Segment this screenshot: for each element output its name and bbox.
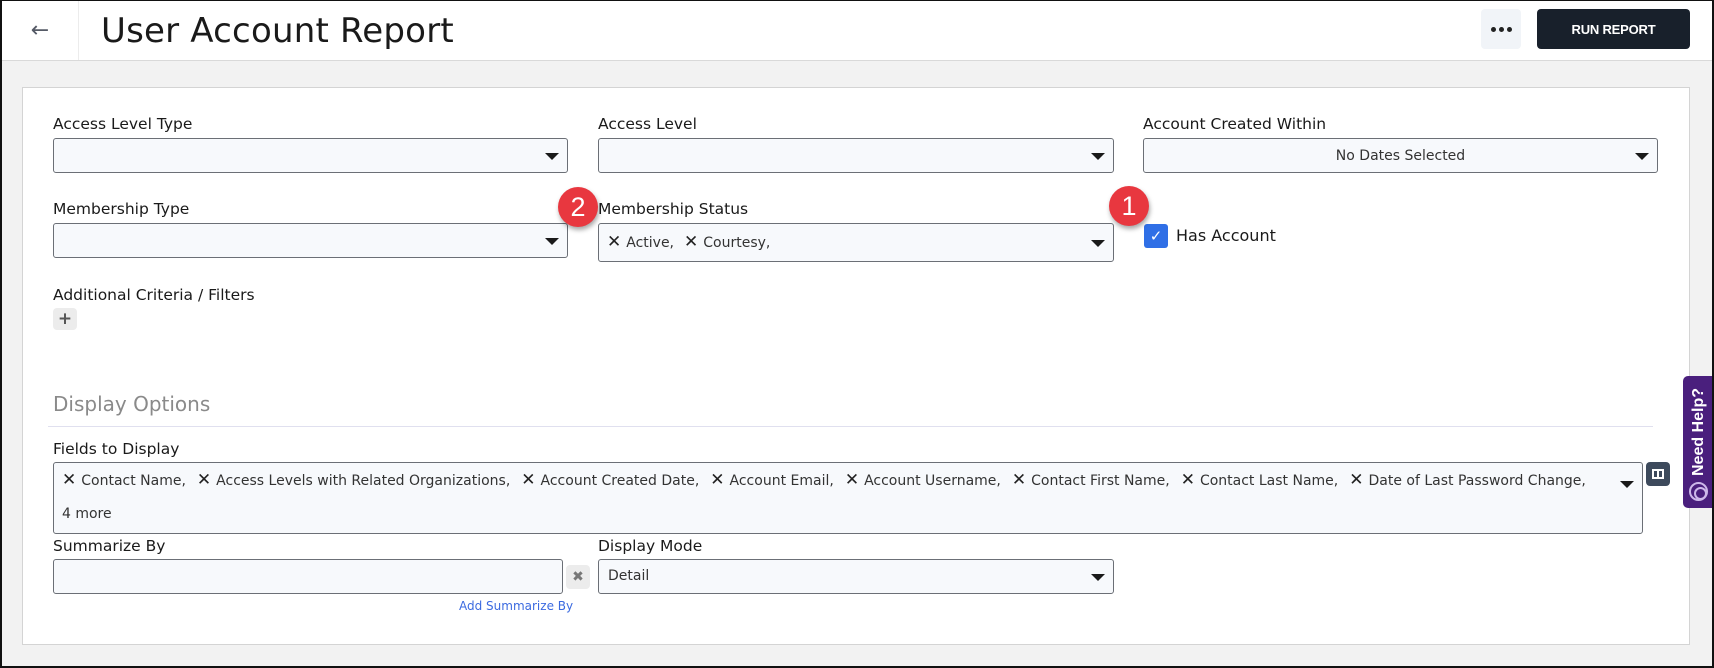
display-options-heading: Display Options: [53, 392, 211, 416]
tag-label: Active,: [626, 234, 675, 251]
ellipsis-icon: [1490, 26, 1496, 32]
header-bar: ← User Account Report RUN REPORT: [0, 0, 1714, 61]
tag-label: Courtesy,: [703, 234, 771, 251]
access-level-select[interactable]: [598, 138, 1114, 173]
chevron-down-icon: [545, 237, 559, 245]
chevron-down-icon: [1091, 573, 1105, 581]
tag-label: Date of Last Password Change,: [1368, 472, 1586, 489]
remove-icon[interactable]: ✕: [684, 234, 698, 251]
fields-tag-list: ✕ Contact Name, ✕ Access Levels with Relate…: [62, 472, 1586, 489]
tag-label: Access Levels with Related Organizations…: [216, 472, 511, 489]
remove-icon[interactable]: ✕: [845, 472, 859, 489]
remove-icon[interactable]: ✕: [607, 234, 621, 251]
tag-label: Contact First Name,: [1031, 472, 1170, 489]
membership-status-tag[interactable]: ✕ Active,: [607, 234, 674, 251]
need-help-label: Need Help?: [1689, 387, 1707, 477]
remove-icon[interactable]: ✕: [1012, 472, 1026, 489]
has-account-label[interactable]: Has Account: [1176, 226, 1276, 245]
field-tag[interactable]: ✕ Contact First Name,: [1012, 472, 1170, 489]
access-level-type-label: Access Level Type: [53, 115, 193, 133]
chevron-down-icon: [1620, 481, 1634, 488]
columns-icon: [1652, 469, 1664, 479]
display-mode-value: Detail: [608, 568, 650, 584]
close-icon: ✖: [572, 569, 584, 585]
remove-icon[interactable]: ✕: [62, 472, 76, 489]
clear-summarize-button[interactable]: ✖: [566, 565, 590, 589]
add-summarize-by-link[interactable]: Add Summarize By: [459, 599, 573, 613]
fields-to-display-label: Fields to Display: [53, 440, 180, 458]
account-created-within-select[interactable]: No Dates Selected: [1143, 138, 1658, 173]
chevron-down-icon: [1091, 152, 1105, 160]
chevron-down-icon: [545, 152, 559, 160]
field-tag[interactable]: ✕ Account Email,: [710, 472, 834, 489]
field-tag[interactable]: ✕ Contact Last Name,: [1181, 472, 1339, 489]
access-level-type-select[interactable]: [53, 138, 568, 173]
section-divider: [48, 426, 1653, 427]
field-tag[interactable]: ✕ Access Levels with Related Organization…: [197, 472, 510, 489]
account-created-within-value: No Dates Selected: [1335, 147, 1466, 164]
summarize-by-label: Summarize By: [53, 537, 166, 555]
remove-icon[interactable]: ✕: [521, 472, 535, 489]
field-tag[interactable]: ✕ Contact Name,: [62, 472, 186, 489]
membership-type-label: Membership Type: [53, 200, 190, 218]
summarize-by-input[interactable]: [53, 559, 563, 594]
tag-label: Account Username,: [864, 472, 1001, 489]
column-chooser-button[interactable]: [1646, 462, 1670, 486]
field-tag[interactable]: ✕ Date of Last Password Change,: [1349, 472, 1586, 489]
field-tag[interactable]: ✕ Account Username,: [845, 472, 1001, 489]
back-button[interactable]: ←: [2, 0, 79, 60]
more-options-button[interactable]: [1481, 9, 1521, 49]
tag-label: Account Created Date,: [540, 472, 700, 489]
membership-status-label: Membership Status: [598, 200, 749, 218]
tag-label: Contact Last Name,: [1199, 472, 1339, 489]
additional-criteria-label: Additional Criteria / Filters: [53, 286, 255, 304]
account-created-within-label: Account Created Within: [1143, 115, 1327, 133]
remove-icon[interactable]: ✕: [1181, 472, 1195, 489]
field-tag[interactable]: ✕ Account Created Date,: [521, 472, 699, 489]
remove-icon[interactable]: ✕: [197, 472, 211, 489]
fields-to-display-multiselect[interactable]: ✕ Contact Name, ✕ Access Levels with Relate…: [53, 462, 1643, 534]
lifebuoy-icon: [1689, 482, 1708, 501]
need-help-tab[interactable]: Need Help?: [1683, 376, 1714, 508]
has-account-checkbox[interactable]: ✓: [1144, 224, 1168, 248]
run-report-button[interactable]: RUN REPORT: [1537, 9, 1690, 49]
chevron-down-icon: [1091, 239, 1105, 247]
annotation-badge-2: 2: [558, 187, 598, 227]
fields-more-link[interactable]: 4 more: [62, 506, 112, 522]
membership-type-select[interactable]: [53, 223, 568, 258]
ellipsis-icon-dot: [1498, 26, 1504, 32]
display-mode-select[interactable]: Detail: [598, 559, 1114, 594]
add-criteria-button[interactable]: +: [53, 308, 77, 330]
tag-label: Account Email,: [729, 472, 834, 489]
chevron-down-icon: [1635, 152, 1649, 160]
arrow-left-icon: ←: [30, 17, 50, 43]
membership-status-tag[interactable]: ✕ Courtesy,: [684, 234, 770, 251]
plus-icon: +: [57, 309, 73, 329]
annotation-badge-1: 1: [1109, 186, 1149, 226]
ellipsis-icon-dot: [1506, 26, 1512, 32]
checkmark-icon: ✓: [1149, 227, 1163, 245]
access-level-label: Access Level: [598, 115, 697, 133]
tag-label: Contact Name,: [81, 472, 186, 489]
page-title: User Account Report: [101, 11, 454, 51]
remove-icon[interactable]: ✕: [710, 472, 724, 489]
membership-status-multiselect[interactable]: ✕ Active, ✕ Courtesy,: [598, 223, 1114, 262]
remove-icon[interactable]: ✕: [1349, 472, 1363, 489]
display-mode-label: Display Mode: [598, 537, 703, 555]
